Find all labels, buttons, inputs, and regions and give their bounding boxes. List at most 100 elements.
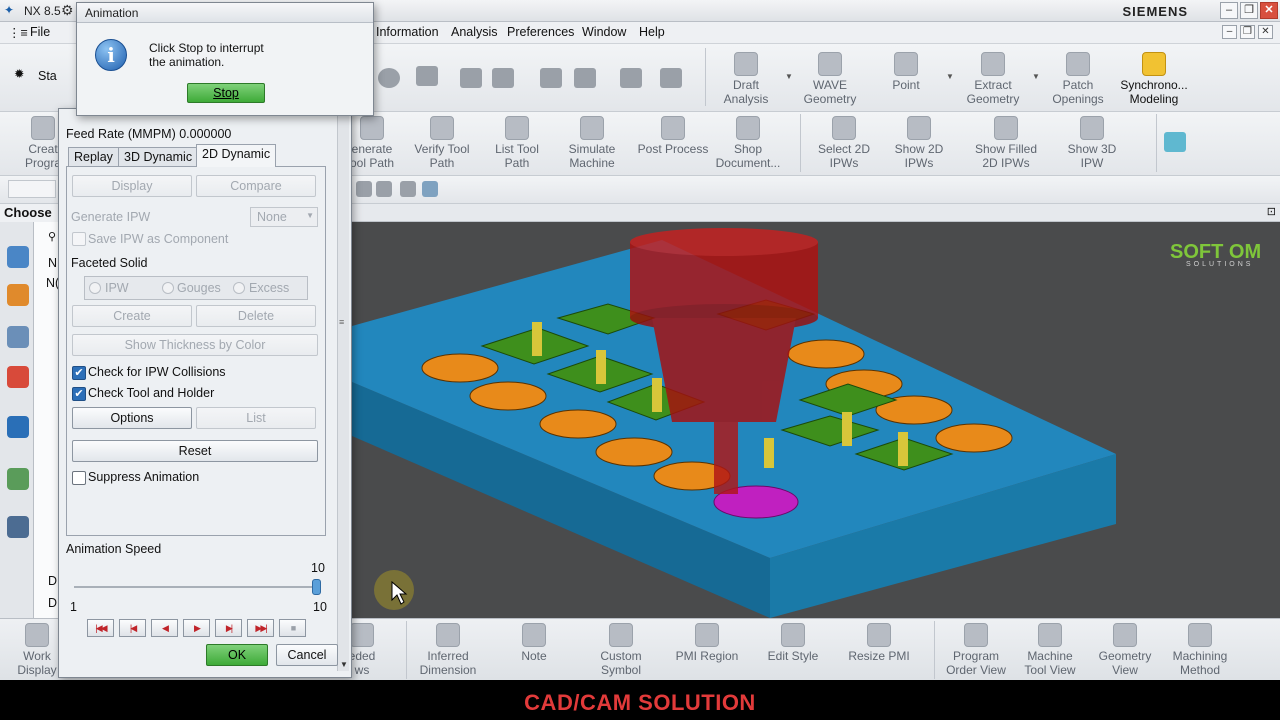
resize-pmi-button[interactable]: Resize PMI xyxy=(846,623,912,663)
rewind-to-start-button[interactable]: |◀◀ xyxy=(87,619,114,637)
play-backward-button[interactable]: ◀ xyxy=(151,619,178,637)
tab-3d-dynamic[interactable]: 3D Dynamic xyxy=(118,147,199,167)
menu-file[interactable]: File xyxy=(30,25,50,39)
ipw-color-icon[interactable] xyxy=(1164,132,1186,152)
extract-geometry-button[interactable]: Extract Geometry xyxy=(958,52,1028,106)
check-tool-holder-checkbox[interactable]: ✔ xyxy=(72,387,86,401)
chevron-down-icon[interactable]: ▼ xyxy=(785,72,793,81)
snap-point-icon[interactable] xyxy=(376,181,392,197)
history-icon[interactable] xyxy=(7,416,29,438)
shop-documentation-button[interactable]: Shop Document... xyxy=(712,116,784,170)
show-thickness-by-color-button[interactable]: Show Thickness by Color xyxy=(72,334,318,356)
post-process-button[interactable]: Post Process xyxy=(632,116,714,156)
step-forward-button[interactable]: ▶| xyxy=(215,619,242,637)
delete-button[interactable]: Delete xyxy=(196,305,316,327)
nav-row[interactable]: N xyxy=(48,256,57,270)
options-button[interactable]: Options xyxy=(72,407,192,429)
operation-navigator-icon[interactable] xyxy=(7,246,29,268)
suppress-animation-checkbox[interactable] xyxy=(72,471,86,485)
revolve-icon[interactable] xyxy=(492,68,514,88)
ipw-radio[interactable] xyxy=(89,282,101,294)
menu-preferences[interactable]: Preferences xyxy=(507,25,574,39)
verify-tool-path-button[interactable]: Verify Tool Path xyxy=(408,116,476,170)
show-filled-2d-ipws-button[interactable]: Show Filled 2D IPWs xyxy=(966,116,1046,170)
part-navigator-icon[interactable] xyxy=(7,326,29,348)
stop-button[interactable]: Stop xyxy=(187,83,265,103)
custom-symbol-button[interactable]: Custom Symbol xyxy=(590,623,652,677)
save-ipw-checkbox[interactable] xyxy=(72,232,86,246)
dialog-scrollbar[interactable]: ≡ ▼ xyxy=(337,113,349,671)
chevron-down-icon[interactable]: ▼ xyxy=(946,72,954,81)
pattern-icon[interactable] xyxy=(620,68,642,88)
graphics-viewport[interactable]: SOFT OM SOLUTIONS xyxy=(352,222,1280,618)
mdi-minimize-button[interactable]: – xyxy=(1222,25,1237,39)
machine-tool-navigator-icon[interactable] xyxy=(7,284,29,306)
list-tool-path-button[interactable]: List Tool Path xyxy=(484,116,550,170)
machining-method-button[interactable]: Machining Method xyxy=(1166,623,1234,677)
draft-analysis-button[interactable]: Draft Analysis xyxy=(714,52,778,106)
view-orientation-icon[interactable] xyxy=(422,181,438,197)
menu-help[interactable]: Help xyxy=(639,25,665,39)
extrude-icon[interactable] xyxy=(460,68,482,88)
show-2d-ipws-button[interactable]: Show 2D IPWs xyxy=(886,116,952,170)
chevron-down-icon[interactable]: ▼ xyxy=(1032,72,1040,81)
tab-replay[interactable]: Replay xyxy=(68,147,119,167)
menu-information[interactable]: Information xyxy=(376,25,439,39)
select-2d-ipws-button[interactable]: Select 2D IPWs xyxy=(810,116,878,170)
step-back-button[interactable]: |◀ xyxy=(119,619,146,637)
start-icon[interactable]: ✹ xyxy=(14,66,24,81)
animation-speed-thumb[interactable] xyxy=(312,579,321,595)
type-filter-select[interactable] xyxy=(8,180,56,198)
nav-row[interactable]: D xyxy=(48,574,57,588)
wave-geometry-button[interactable]: WAVE Geometry xyxy=(796,52,864,106)
program-order-view-button[interactable]: Program Order View xyxy=(940,623,1012,677)
excess-radio[interactable] xyxy=(233,282,245,294)
create-button[interactable]: Create xyxy=(72,305,192,327)
compare-button[interactable]: Compare xyxy=(196,175,316,197)
render-style-icon[interactable] xyxy=(400,181,416,197)
offset-icon[interactable] xyxy=(574,68,596,88)
close-button[interactable]: ✕ xyxy=(1260,2,1278,19)
work-display-button[interactable]: Work Display xyxy=(14,623,60,677)
blend-icon[interactable] xyxy=(540,68,562,88)
point-button[interactable]: Point xyxy=(878,52,934,92)
maximize-view-icon[interactable]: ⊡ xyxy=(1267,205,1276,218)
block-icon[interactable] xyxy=(416,66,438,86)
simulate-machine-button[interactable]: Simulate Machine xyxy=(558,116,626,170)
restore-button[interactable]: ❐ xyxy=(1240,2,1258,19)
mdi-close-button[interactable]: ✕ xyxy=(1258,25,1273,39)
mdi-restore-button[interactable]: ❐ xyxy=(1240,25,1255,39)
menu-window[interactable]: Window xyxy=(582,25,626,39)
nav-row[interactable]: D xyxy=(48,596,57,610)
gouges-radio[interactable] xyxy=(162,282,174,294)
clock-icon[interactable] xyxy=(7,516,29,538)
play-forward-button[interactable]: ▶ xyxy=(183,619,210,637)
edit-style-button[interactable]: Edit Style xyxy=(762,623,824,663)
menu-analysis[interactable]: Analysis xyxy=(451,25,498,39)
inferred-dimension-button[interactable]: Inferred Dimension xyxy=(414,623,482,677)
generate-ipw-select[interactable]: None ▼ xyxy=(250,207,318,227)
stop-playback-button[interactable]: ■ xyxy=(279,619,306,637)
display-button[interactable]: Display xyxy=(72,175,192,197)
cancel-button[interactable]: Cancel xyxy=(276,644,338,666)
list-button[interactable]: List xyxy=(196,407,316,429)
note-button[interactable]: Note xyxy=(508,623,560,663)
sphere-icon[interactable] xyxy=(378,68,400,88)
tab-2d-dynamic[interactable]: 2D Dynamic xyxy=(196,144,277,167)
measure-icon[interactable] xyxy=(660,68,682,88)
show-3d-ipw-button[interactable]: Show 3D IPW xyxy=(1058,116,1126,170)
machine-tool-view-button[interactable]: Machine Tool View xyxy=(1018,623,1082,677)
minimize-button[interactable]: – xyxy=(1220,2,1238,19)
settings-gear-icon[interactable]: ⚙ xyxy=(61,2,74,19)
fast-forward-to-end-button[interactable]: ▶▶| xyxy=(247,619,274,637)
synchronous-modeling-button[interactable]: Synchrono... Modeling xyxy=(1116,52,1192,106)
patch-openings-button[interactable]: Patch Openings xyxy=(1046,52,1110,106)
pmi-region-button[interactable]: PMI Region xyxy=(672,623,742,663)
geometry-view-button[interactable]: Geometry View xyxy=(1094,623,1156,677)
reuse-library-icon[interactable] xyxy=(7,366,29,388)
system-materials-icon[interactable] xyxy=(7,468,29,490)
snap-icon[interactable] xyxy=(356,181,372,197)
animation-speed-slider[interactable] xyxy=(74,586,320,588)
reset-button[interactable]: Reset xyxy=(72,440,318,462)
ok-button[interactable]: OK xyxy=(206,644,268,666)
